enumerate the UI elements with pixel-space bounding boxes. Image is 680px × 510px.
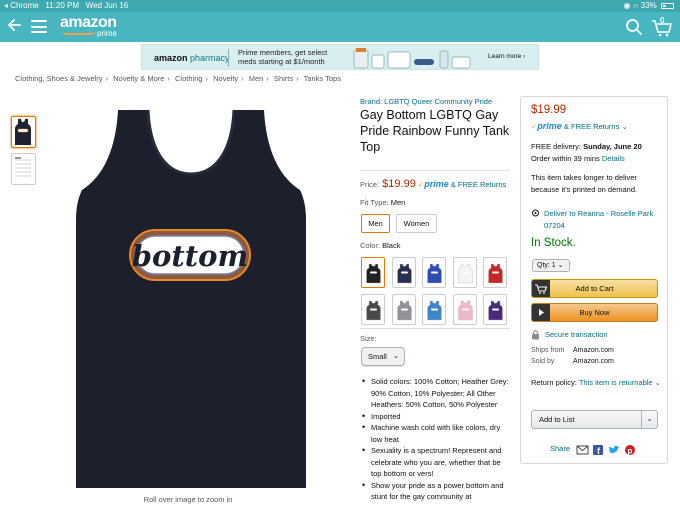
page: ◂ Chrome 11:20 PM Wed Jun 16 ◉ ∩ 33% ama… [0, 0, 680, 510]
buybox-prime-row: ✓prime & FREE Returns ⌄ [531, 121, 628, 131]
prime-badge: prime [424, 179, 449, 189]
amazon-logo[interactable]: amazon prime [60, 14, 117, 38]
size-select[interactable]: Small ⌄ [361, 347, 405, 366]
breadcrumb-item[interactable]: Clothing [175, 74, 203, 83]
cart-count: 0 [660, 16, 665, 25]
breadcrumb-item[interactable]: Tanks Tops [304, 74, 341, 83]
breadcrumb: Clothing, Shoes & Jewelry › Novelty & Mor… [15, 74, 341, 83]
chevron-down-icon: ⌄ [621, 122, 628, 131]
facebook-icon: f [593, 445, 603, 456]
thumbnail-main[interactable] [11, 116, 36, 148]
color-swatch[interactable] [452, 257, 477, 288]
bullet-item: Show your pride as a power bottom and st… [360, 480, 512, 503]
status-time: 11:20 PM [45, 1, 80, 10]
hamburger-menu-icon[interactable] [31, 20, 47, 33]
color-label: Color: Black [360, 241, 401, 250]
color-swatch[interactable] [361, 294, 385, 325]
divider [360, 328, 510, 329]
size-label: Size: [360, 334, 377, 343]
status-date: Wed Jun 16 [85, 1, 129, 10]
breadcrumb-item[interactable]: Clothing, Shoes & Jewelry [15, 74, 103, 83]
deliver-to-link[interactable]: Deliver to Reanna - Roselle Park 07204 [531, 208, 661, 231]
pharmacy-ad-banner[interactable]: amazon pharmacy Prime members, get selec… [141, 44, 539, 70]
battery-percent: 33% [640, 1, 657, 10]
pharmacy-products-image [348, 47, 478, 69]
color-swatch[interactable] [391, 294, 416, 325]
color-swatch[interactable] [391, 257, 416, 288]
bullet-item: Imported [360, 411, 512, 423]
free-returns-link[interactable]: & FREE Returns [451, 180, 506, 189]
pinterest-icon: p [625, 445, 635, 456]
lock-icon [531, 330, 540, 342]
color-swatch[interactable] [483, 294, 507, 325]
price-value: $19.99 [382, 178, 416, 190]
battery-icon [661, 3, 674, 9]
details-link[interactable]: Details [602, 154, 625, 163]
divider [360, 170, 510, 171]
add-to-cart-button[interactable]: Add to Cart [531, 279, 658, 298]
share-icons: f p [576, 443, 640, 456]
fit-option-women[interactable]: Women [396, 214, 437, 233]
color-swatch[interactable] [452, 294, 477, 325]
headphones-icon: ∩ [632, 1, 639, 10]
fit-option-men[interactable]: Men [361, 214, 390, 233]
return-policy: Return policy: This item is returnable ⌄ [531, 378, 661, 387]
breadcrumb-item[interactable]: Shirts [274, 74, 293, 83]
bullet-item: Sexuality is a spectrum! Represent and c… [360, 445, 512, 480]
amazon-pharmacy-logo: amazon pharmacy [154, 53, 230, 63]
breadcrumb-item[interactable]: Men [249, 74, 264, 83]
sold-by-row: Sold by Amazon.com [531, 358, 614, 365]
bullet-item: Machine wash cold with like colors, dry … [360, 422, 512, 445]
product-image[interactable]: bottom [66, 108, 316, 490]
twitter-icon [609, 445, 620, 453]
ships-from-row: Ships from Amazon.com [531, 347, 614, 354]
secure-transaction-link[interactable]: Secure transaction [531, 330, 608, 342]
add-to-list-button[interactable]: Add to List ⌄ [531, 410, 658, 429]
product-image-text: bottom [132, 239, 248, 273]
banner-message: Prime members, get select meds starting … [238, 48, 328, 66]
color-swatch[interactable] [483, 257, 507, 288]
svg-text:p: p [628, 447, 633, 456]
share-label: Share [550, 444, 571, 453]
feature-bullets: Solid colors: 100% Cotton; Heather Grey:… [360, 376, 512, 503]
delivery-info: FREE delivery: Sunday, June 20 Order wit… [531, 142, 642, 163]
quantity-select[interactable]: Qty: 1 ⌄ [532, 259, 570, 272]
status-bar: ◂ Chrome 11:20 PM Wed Jun 16 ◉ ∩ 33% [0, 0, 680, 12]
wifi-icon: ◉ [623, 1, 631, 10]
back-arrow-icon[interactable] [6, 17, 22, 35]
cart-icon [532, 280, 550, 297]
print-on-demand-note: This item takes longer to deliver becaus… [531, 173, 638, 194]
email-icon [576, 445, 589, 455]
product-title: Gay Bottom LGBTQ Gay Pride Rainbow Funny… [360, 108, 510, 154]
chevron-down-icon[interactable]: ⌄ [641, 411, 657, 428]
color-swatch[interactable] [422, 294, 446, 325]
bullet-item: Solid colors: 100% Cotton; Heather Grey:… [360, 376, 512, 411]
breadcrumb-item[interactable]: Novelty [213, 74, 238, 83]
top-nav: amazon prime 0 [0, 12, 680, 42]
location-pin-icon [531, 209, 540, 223]
color-swatch[interactable] [361, 257, 385, 288]
buybox-free-returns[interactable]: & FREE Returns [564, 122, 619, 131]
breadcrumb-item[interactable]: Novelty & More [113, 74, 164, 83]
stock-status: In Stock. [531, 237, 576, 249]
search-icon[interactable] [625, 18, 643, 36]
fit-type-label: Fit Type: Men [360, 198, 406, 207]
color-swatch[interactable] [422, 257, 446, 288]
price-row: Price: $19.99 ✓prime & FREE Returns [360, 178, 507, 190]
cart-icon[interactable]: 0 [651, 16, 673, 37]
brand-link[interactable]: Brand: LGBTQ Queer Community Pride [360, 97, 492, 106]
buy-now-button[interactable]: Buy Now [531, 303, 658, 322]
return-policy-link[interactable]: This item is returnable ⌄ [579, 378, 661, 387]
zoom-hint: Roll over image to zoom in [143, 495, 233, 504]
thumbnail-size-chart[interactable] [11, 153, 36, 185]
chevron-down-icon: ⌄ [393, 353, 399, 360]
back-to-app[interactable]: ◂ Chrome [4, 1, 39, 10]
buybox-price: $19.99 [531, 104, 567, 116]
learn-more-link[interactable]: Learn more › [488, 53, 525, 60]
play-icon [532, 304, 550, 321]
